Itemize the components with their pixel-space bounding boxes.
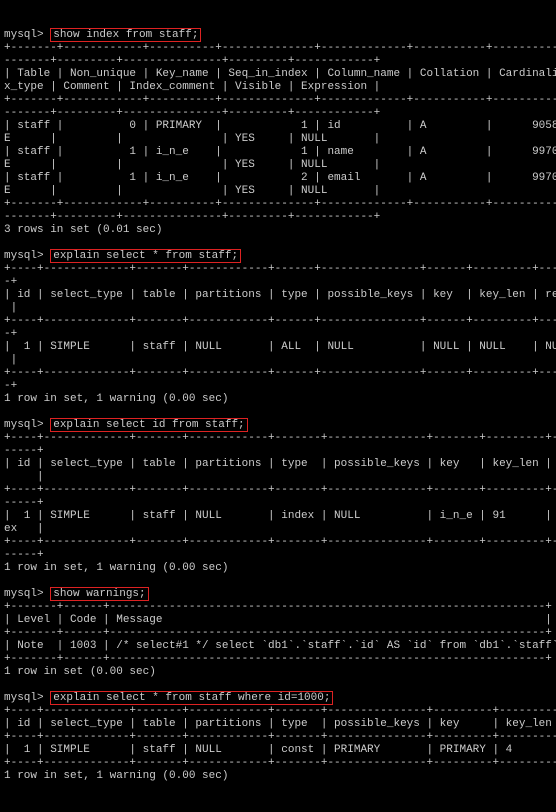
table-row: E | | | YES | NULL |	[4, 159, 380, 171]
table-sep: +-------+------+------------------------…	[4, 627, 552, 639]
table-row: |	[4, 354, 17, 366]
sql-command: explain select id from staff;	[50, 418, 247, 432]
mysql-prompt: mysql>	[4, 692, 44, 704]
table-sep: +----+-------------+-------+------------…	[4, 731, 556, 743]
result-footer: 3 rows in set (0.01 sec)	[4, 224, 162, 236]
result-footer: 1 row in set, 1 warning (0.00 sec)	[4, 770, 228, 782]
table-sep: +-------+------------+----------+-------…	[4, 42, 556, 54]
table-header: |	[4, 471, 44, 483]
sql-command: show index from staff;	[50, 28, 201, 42]
mysql-prompt: mysql>	[4, 588, 44, 600]
table-row: ex |	[4, 523, 44, 535]
result-footer: 1 row in set, 1 warning (0.00 sec)	[4, 393, 228, 405]
table-header: | id | select_type | table | partitions …	[4, 458, 556, 470]
table-sep: -----+	[4, 549, 44, 561]
table-sep: -+	[4, 328, 17, 340]
table-sep: +-------+------+------------------------…	[4, 601, 552, 613]
sql-command: explain select * from staff where id=100…	[50, 691, 333, 705]
table-sep: +-------+------------+----------+-------…	[4, 94, 556, 106]
sql-command: show warnings;	[50, 587, 148, 601]
table-sep: -+	[4, 380, 17, 392]
table-header: | Table | Non_unique | Key_name | Seq_in…	[4, 68, 556, 80]
table-row: | 1 | SIMPLE | staff | NULL | const | PR…	[4, 744, 556, 756]
table-row: E | | | YES | NULL |	[4, 185, 380, 197]
table-sep: +----+-------------+-------+------------…	[4, 536, 556, 548]
table-sep: +-------+------+------------------------…	[4, 653, 552, 665]
table-row: | Note | 1003 | /* select#1 */ select `d…	[4, 640, 556, 652]
table-sep: +----+-------------+-------+------------…	[4, 315, 556, 327]
table-sep: +----+-------------+-------+------------…	[4, 263, 556, 275]
table-header: | id | select_type | table | partitions …	[4, 718, 556, 730]
table-row: | 1 | SIMPLE | staff | NULL | index | NU…	[4, 510, 556, 522]
table-sep: -+	[4, 276, 17, 288]
mysql-prompt: mysql>	[4, 29, 44, 41]
table-header: |	[4, 302, 17, 314]
sql-command: explain select * from staff;	[50, 249, 241, 263]
table-sep: +----+-------------+-------+------------…	[4, 432, 556, 444]
mysql-prompt: mysql>	[4, 250, 44, 262]
table-row: | 1 | SIMPLE | staff | NULL | ALL | NULL…	[4, 341, 556, 353]
table-header: | Level | Code | Message |	[4, 614, 552, 626]
table-sep: -----+	[4, 497, 44, 509]
table-sep: +-------+------------+----------+-------…	[4, 198, 556, 210]
table-row: E | | | YES | NULL |	[4, 133, 380, 145]
table-row: | staff | 1 | i_n_e | 1 | name | A | 997…	[4, 146, 556, 158]
table-sep: -----+	[4, 445, 44, 457]
table-header: | id | select_type | table | partitions …	[4, 289, 556, 301]
table-sep: -------+---------+---------------+------…	[4, 107, 380, 119]
table-row: | staff | 1 | i_n_e | 2 | email | A | 99…	[4, 172, 556, 184]
table-sep: +----+-------------+-------+------------…	[4, 705, 556, 717]
result-footer: 1 row in set (0.00 sec)	[4, 666, 156, 678]
table-sep: -------+---------+---------------+------…	[4, 55, 380, 67]
table-sep: +----+-------------+-------+------------…	[4, 484, 556, 496]
mysql-prompt: mysql>	[4, 419, 44, 431]
table-row: | staff | 0 | PRIMARY | 1 | id | A | 905…	[4, 120, 556, 132]
table-sep: +----+-------------+-------+------------…	[4, 367, 556, 379]
table-header: x_type | Comment | Index_comment | Visib…	[4, 81, 380, 93]
table-sep: +----+-------------+-------+------------…	[4, 757, 556, 769]
result-footer: 1 row in set, 1 warning (0.00 sec)	[4, 562, 228, 574]
table-sep: -------+---------+---------------+------…	[4, 211, 380, 223]
